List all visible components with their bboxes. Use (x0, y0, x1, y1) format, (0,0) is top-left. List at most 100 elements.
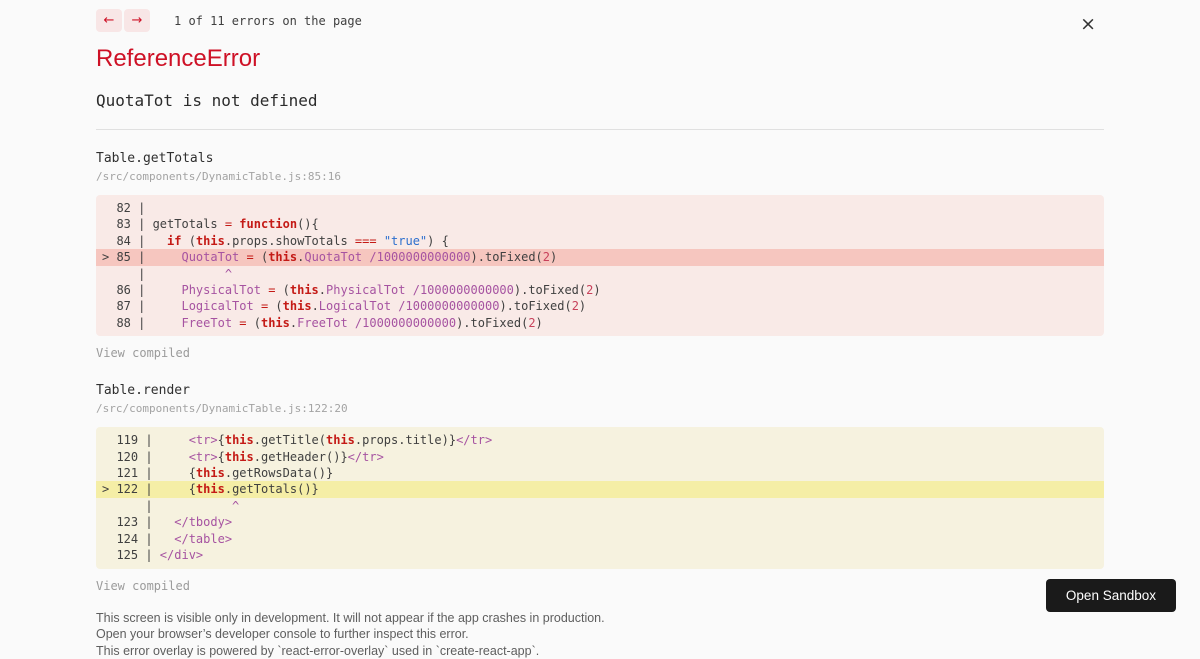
code-token: ( (283, 283, 290, 297)
code-token: ) (550, 250, 557, 264)
code-line: 124 | </table> (102, 531, 1104, 547)
code-token: { (218, 433, 225, 447)
code-token: ).toFixed( (471, 250, 543, 264)
code-token: (){ (297, 217, 319, 231)
footer-notes: This screen is visible only in developme… (96, 610, 1104, 659)
code-line: | ^ (102, 498, 1104, 514)
code-token: ) (579, 299, 586, 313)
code-token: 120 | (102, 450, 189, 464)
code-token: 119 | (102, 433, 189, 447)
code-token: </tbody> (174, 515, 232, 529)
code-token: QuotaTot (304, 250, 369, 264)
code-line: 121 | {this.getRowsData()} (102, 465, 1104, 481)
code-token: = (225, 217, 239, 231)
code-token: 88 | (102, 316, 181, 330)
code-line-highlighted: > 85 | QuotaTot = (this.QuotaTot /100000… (96, 249, 1104, 265)
code-token: 2 (572, 299, 579, 313)
code-token: = (247, 250, 261, 264)
code-token: > 85 | (102, 250, 181, 264)
code-token: this (225, 433, 254, 447)
code-token: this (290, 283, 319, 297)
code-line: 120 | <tr>{this.getHeader()}</tr> (102, 449, 1104, 465)
prev-error-button[interactable]: ← (96, 9, 122, 32)
code-token: = (239, 316, 253, 330)
view-compiled-link[interactable]: View compiled (96, 346, 190, 360)
code-token: function (239, 217, 297, 231)
code-line: | ^ (102, 266, 1104, 282)
stack-frame: Table.render/src/components/DynamicTable… (96, 383, 1104, 594)
code-token: </table> (174, 532, 232, 546)
code-token: this (196, 234, 225, 248)
code-token: = (268, 283, 282, 297)
error-message: QuotaTot is not defined (96, 91, 1104, 110)
code-token: this (261, 316, 290, 330)
code-token: 83 | (102, 217, 153, 231)
code-token: this (283, 299, 312, 313)
code-token: PhysicalTot (181, 283, 268, 297)
code-token: 124 | (102, 532, 174, 546)
code-token: this (225, 450, 254, 464)
code-token: .getRowsData()} (225, 466, 333, 480)
code-line-highlighted: > 122 | {this.getTotals()} (96, 481, 1104, 497)
code-token: <tr> (189, 450, 218, 464)
open-sandbox-button[interactable]: Open Sandbox (1046, 579, 1176, 612)
code-token: ).toFixed( (514, 283, 586, 297)
stack-frames: Table.getTotals/src/components/DynamicTa… (96, 151, 1104, 595)
code-token: | (102, 267, 225, 281)
code-frame: 82 | 83 | getTotals = function(){ 84 | i… (96, 195, 1104, 336)
code-token: if (167, 234, 189, 248)
frame-file-path: /src/components/DynamicTable.js:85:16 (96, 170, 1104, 183)
code-token: ^ (225, 267, 232, 281)
code-token: ).toFixed( (499, 299, 571, 313)
code-line: 84 | if (this.props.showTotals === "true… (102, 233, 1104, 249)
code-token: ).toFixed( (456, 316, 528, 330)
code-token: > 122 | (102, 482, 189, 496)
footer-note-console: Open your browser’s developer console to… (96, 626, 1104, 643)
code-token: .getTitle( (254, 433, 326, 447)
code-token: 121 | (102, 466, 189, 480)
code-token: /1000000000000 (369, 250, 470, 264)
next-error-button[interactable]: → (124, 9, 150, 32)
code-token: QuotaTot (181, 250, 246, 264)
code-token: ^ (232, 499, 239, 513)
code-line: 82 | (102, 200, 1104, 216)
code-line: 83 | getTotals = function(){ (102, 216, 1104, 232)
code-token: 82 | (102, 201, 153, 215)
code-token: /1000000000000 (355, 316, 456, 330)
code-token: === (355, 234, 384, 248)
close-icon[interactable]: × (1080, 15, 1096, 34)
error-counter: 1 of 11 errors on the page (174, 14, 362, 28)
code-token: </div> (160, 548, 203, 562)
code-token: LogicalTot (181, 299, 260, 313)
code-token: LogicalTot (319, 299, 398, 313)
code-line: 123 | </tbody> (102, 514, 1104, 530)
overlay-header: ← → 1 of 11 errors on the page × (96, 9, 1104, 32)
code-token: ) (593, 283, 600, 297)
code-token: PhysicalTot (326, 283, 413, 297)
code-token: 86 | (102, 283, 181, 297)
code-token: <tr> (189, 433, 218, 447)
code-token: </tr> (348, 450, 384, 464)
code-token: /1000000000000 (413, 283, 514, 297)
divider (96, 129, 1104, 130)
code-line: 88 | FreeTot = (this.FreeTot /1000000000… (102, 315, 1104, 331)
code-token: . (319, 283, 326, 297)
code-line: 119 | <tr>{this.getTitle(this.props.titl… (102, 432, 1104, 448)
footer-note-powered-by: This error overlay is powered by `react-… (96, 643, 1104, 659)
code-token: ( (275, 299, 282, 313)
code-token: | (102, 499, 232, 513)
code-token: 123 | (102, 515, 174, 529)
code-token: { (189, 482, 196, 496)
code-token: </tr> (456, 433, 492, 447)
code-token: FreeTot (181, 316, 239, 330)
code-token: 2 (528, 316, 535, 330)
code-token: { (218, 450, 225, 464)
code-token: 125 | (102, 548, 160, 562)
error-name: ReferenceError (96, 45, 1104, 73)
code-token: .props.title)} (355, 433, 456, 447)
code-token: "true" (384, 234, 427, 248)
view-compiled-link[interactable]: View compiled (96, 579, 190, 593)
code-token: . (312, 299, 319, 313)
code-token: FreeTot (297, 316, 355, 330)
frame-function-name: Table.getTotals (96, 151, 1104, 166)
